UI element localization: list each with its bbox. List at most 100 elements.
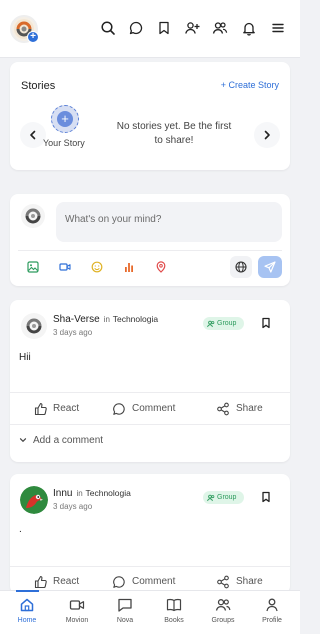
location-icon[interactable] (155, 261, 167, 273)
globe-icon (235, 261, 247, 273)
user-icon (266, 598, 278, 612)
nav-label: Profile (262, 617, 282, 624)
user-avatar (21, 204, 45, 228)
author-name[interactable]: Sha-Verse (53, 314, 100, 325)
chevron-left-icon (30, 130, 36, 140)
comment-label: Comment (132, 576, 176, 587)
stories-card: Stories + Create Story + Your Story No s… (10, 62, 290, 170)
nav-profile[interactable]: Profile (250, 597, 294, 624)
react-label: React (53, 403, 80, 414)
your-story-label: Your Story (43, 138, 85, 148)
friends-icon[interactable] (212, 20, 228, 36)
add-comment-label: Add a comment (33, 435, 104, 446)
group-badge: Group (203, 491, 244, 504)
send-icon (264, 261, 276, 273)
divider (18, 250, 282, 251)
share-icon (217, 402, 229, 416)
group-icon (207, 494, 215, 502)
nav-home[interactable]: Home (5, 597, 49, 624)
chevron-right-icon (264, 130, 270, 140)
bookmark-icon[interactable] (260, 317, 272, 329)
post-input[interactable]: What's on your mind? (56, 202, 282, 242)
empty-stories-text: No stories yet. Be the first to share! (116, 121, 232, 146)
message-icon[interactable] (128, 20, 144, 36)
add-comment-toggle[interactable]: Add a comment (19, 435, 103, 446)
divider (10, 424, 290, 425)
author-avatar[interactable] (20, 486, 48, 514)
share-label: Share (236, 403, 263, 414)
book-icon (166, 598, 182, 612)
in-label: in (103, 315, 110, 324)
nav-label: Books (164, 617, 184, 624)
menu-icon[interactable] (270, 20, 286, 36)
search-icon[interactable] (100, 20, 116, 36)
plus-badge-icon[interactable]: + (27, 31, 39, 43)
post-body: . (19, 524, 22, 535)
send-post-button[interactable] (258, 256, 282, 278)
stories-next-button[interactable] (254, 122, 280, 148)
group-badge-label: Group (217, 494, 237, 501)
share-icon (217, 575, 229, 589)
thumbs-up-icon (34, 402, 47, 416)
users-icon (215, 599, 231, 611)
comment-icon (113, 403, 125, 415)
post-composer: What's on your mind? (10, 194, 290, 286)
group-badge: Group (203, 317, 244, 330)
post-card: Sha-Verse in Technologia 3 days ago Group… (10, 300, 290, 462)
post-author-line: Sha-Verse in Technologia (53, 314, 158, 325)
share-label: Share (236, 576, 263, 587)
nav-movion[interactable]: Movion (55, 597, 99, 624)
comment-button[interactable]: Comment (112, 401, 187, 417)
comment-button[interactable]: Comment (112, 574, 187, 590)
thumbs-up-icon (34, 575, 47, 589)
bookmark-icon[interactable] (260, 491, 272, 503)
plus-icon: + (57, 111, 73, 127)
share-button[interactable]: Share (216, 401, 276, 417)
post-author-line: Innu in Technologia (53, 488, 131, 499)
in-label: in (76, 489, 83, 498)
divider (10, 566, 290, 567)
group-name[interactable]: Technologia (85, 488, 130, 498)
react-button[interactable]: React (34, 401, 94, 417)
divider (10, 392, 290, 393)
emoji-icon[interactable] (91, 261, 103, 273)
group-badge-label: Group (217, 320, 237, 327)
group-icon (207, 320, 215, 328)
author-avatar[interactable] (20, 312, 48, 340)
add-story-button[interactable]: + (51, 105, 79, 133)
visibility-button[interactable] (230, 256, 252, 278)
nav-label: Nova (116, 617, 134, 624)
chat-icon (118, 598, 132, 612)
post-time: 3 days ago (53, 328, 93, 337)
nav-groups[interactable]: Groups (201, 597, 245, 624)
video-icon (69, 600, 85, 610)
chevron-down-icon (19, 438, 27, 443)
stories-title: Stories (21, 80, 56, 92)
nav-books[interactable]: Books (152, 597, 196, 624)
bookmark-icon[interactable] (156, 20, 172, 36)
bottom-nav: Home Movion Nova Books Groups Profile (0, 590, 300, 634)
bell-icon[interactable] (241, 20, 257, 36)
group-name[interactable]: Technologia (113, 314, 158, 324)
post-card: Innu in Technologia 3 days ago Group . Re… (10, 474, 290, 594)
top-bar: + (0, 0, 300, 58)
share-button[interactable]: Share (216, 574, 276, 590)
nav-label: Movion (65, 617, 89, 624)
post-time: 3 days ago (53, 502, 93, 511)
active-tab-indicator (16, 590, 39, 592)
react-label: React (53, 576, 80, 587)
post-body: Hii (19, 352, 31, 363)
comment-label: Comment (132, 403, 176, 414)
video-icon[interactable] (59, 261, 71, 273)
nav-nova[interactable]: Nova (103, 597, 147, 624)
react-button[interactable]: React (34, 574, 94, 590)
comment-icon (113, 576, 125, 588)
image-icon[interactable] (27, 261, 39, 273)
nav-label: Home (17, 617, 37, 624)
create-story-link[interactable]: + Create Story (221, 80, 279, 90)
poll-icon[interactable] (123, 261, 135, 273)
home-icon (20, 598, 34, 612)
add-friend-icon[interactable] (184, 20, 200, 36)
nav-label: Groups (211, 617, 235, 624)
author-name[interactable]: Innu (53, 488, 72, 499)
